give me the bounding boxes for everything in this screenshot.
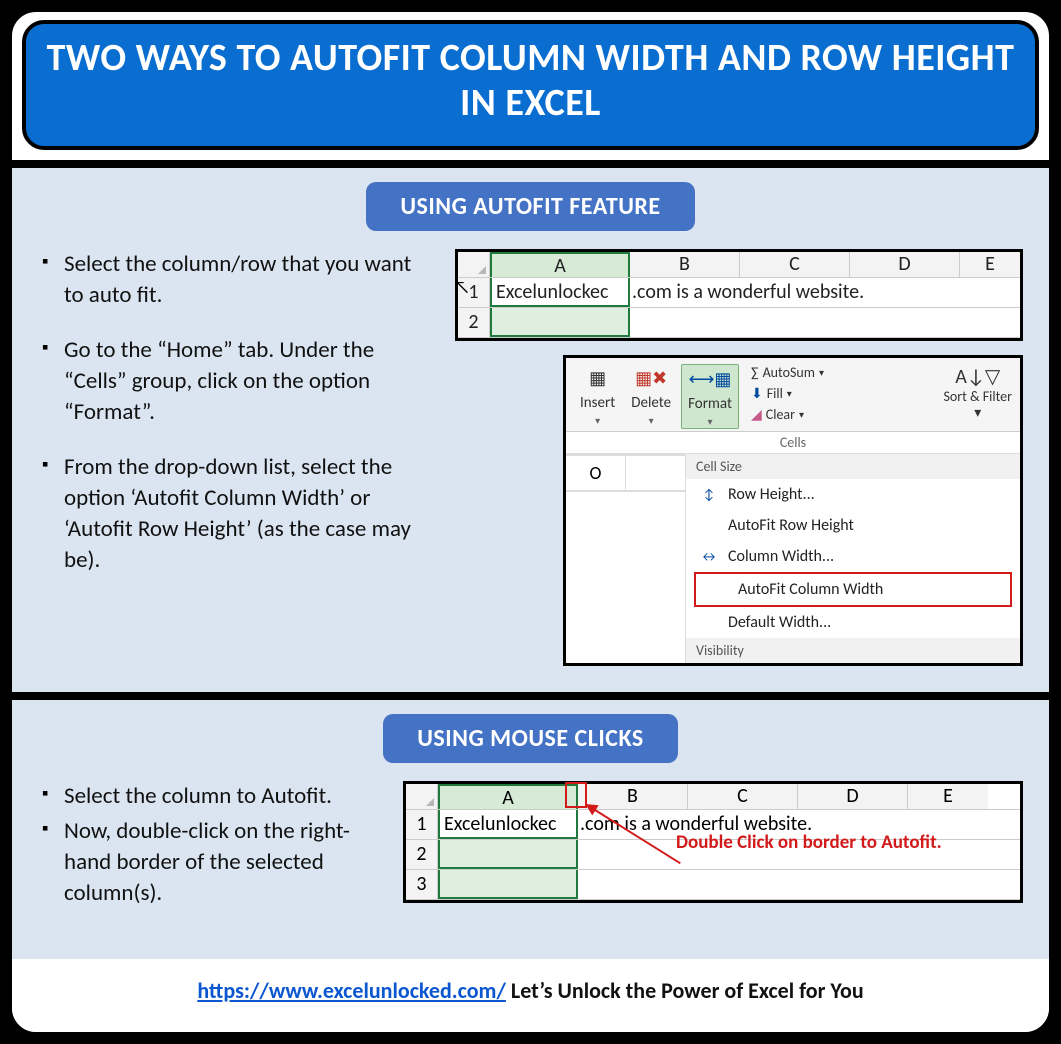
cells-group-label: Cells xyxy=(566,432,1020,454)
column-width-icon: ↔ xyxy=(700,548,718,565)
page-title: TWO WAYS TO AUTOFIT COLUMN WIDTH AND ROW… xyxy=(46,36,1015,126)
step-item: From the drop-down list, select the opti… xyxy=(38,452,431,576)
format-cells-icon: ⟷▦ xyxy=(693,365,727,393)
menu-item-autofit-column: AutoFit Column Width xyxy=(694,572,1012,607)
delete-button: ▦✖ Delete▾ xyxy=(625,364,677,427)
title-banner: TWO WAYS TO AUTOFIT COLUMN WIDTH AND ROW… xyxy=(22,20,1039,150)
section-heading: USING MOUSE CLICKS xyxy=(383,714,678,763)
cell-a1-left: Excelunlockec xyxy=(438,810,578,839)
sort-filter-icon: A↓▽ xyxy=(955,364,1000,389)
highlight-box xyxy=(565,782,587,808)
column-header: E xyxy=(960,252,1020,277)
cell-a3 xyxy=(438,870,578,899)
column-header: C xyxy=(740,252,850,277)
footer-tagline: Let’s Unlock the Power of Excel for You xyxy=(506,977,864,1004)
autosum-icon: ∑ xyxy=(751,364,759,381)
steps-list: Select the column/row that you want to a… xyxy=(38,249,431,600)
column-header: C xyxy=(688,784,798,809)
excel-sheet-snippet: ↖ A B C D E 1 Excelunlockec .com is a wo… xyxy=(455,249,1023,341)
step-item: Go to the “Home” tab. Under the “Cells” … xyxy=(38,335,431,428)
insert-button: ▦ Insert▾ xyxy=(574,364,621,427)
column-header: A xyxy=(490,252,630,277)
cursor-icon: ↖ xyxy=(454,276,470,298)
step-item: Select the column to Autofit. xyxy=(38,781,379,812)
delete-cells-icon: ▦✖ xyxy=(634,364,668,392)
clear-icon: ◢ xyxy=(751,406,762,423)
menu-section-header: Cell Size xyxy=(686,454,1020,479)
section-heading: USING AUTOFIT FEATURE xyxy=(366,182,694,231)
illustration-column: ↖ A B C D E 1 Excelunlockec .com is a wo… xyxy=(455,249,1023,666)
cell-a1-left: Excelunlockec xyxy=(490,278,630,307)
annotation-text: Double Click on border to Autofit. xyxy=(676,832,942,854)
row-label: O xyxy=(566,456,626,490)
row-header: 3 xyxy=(406,870,438,899)
row-header: 2 xyxy=(458,308,490,337)
infographic-card: TWO WAYS TO AUTOFIT COLUMN WIDTH AND ROW… xyxy=(8,8,1053,1036)
illustration-column: Double Click on border to Autofit. A B C… xyxy=(403,781,1023,903)
column-header: D xyxy=(798,784,908,809)
column-header: B xyxy=(630,252,740,277)
menu-item-default-width: Default Width... xyxy=(686,607,1020,638)
column-header: E xyxy=(908,784,988,809)
row-header: 2 xyxy=(406,840,438,869)
column-header: D xyxy=(850,252,960,277)
cell-a2 xyxy=(438,840,578,869)
format-button: ⟷▦ Format▾ xyxy=(681,364,739,429)
menu-section-header: Visibility xyxy=(686,638,1020,663)
menu-item-row-height: ↕Row Height... xyxy=(686,479,1020,510)
format-dropdown-menu: Cell Size ↕Row Height... AutoFit Row Hei… xyxy=(686,454,1020,663)
excel-ribbon-snippet: ▦ Insert▾ ▦✖ Delete▾ ⟷▦ Format▾ ∑ Auto xyxy=(563,355,1023,666)
excel-sheet-snippet: Double Click on border to Autofit. A B C… xyxy=(403,781,1023,903)
menu-item-column-width: ↔Column Width... xyxy=(686,541,1020,572)
editing-group: ∑ AutoSum ▾ ⬇ Fill ▾ ◢ Clear ▾ xyxy=(751,364,824,423)
insert-cells-icon: ▦ xyxy=(581,364,615,392)
steps-list: Select the column to Autofit. Now, doubl… xyxy=(38,781,379,933)
cell-overflow-text: .com is a wonderful website. xyxy=(630,278,1020,307)
row-header: 1 xyxy=(406,810,438,839)
step-item: Now, double-click on the right-hand bord… xyxy=(38,816,379,909)
section-autofit-feature: USING AUTOFIT FEATURE Select the column/… xyxy=(12,160,1049,692)
footer: https://www.excelunlocked.com/ Let’s Unl… xyxy=(12,959,1049,1032)
cell-a2 xyxy=(490,308,630,337)
footer-link[interactable]: https://www.excelunlocked.com/ xyxy=(197,977,506,1004)
select-all-corner xyxy=(458,252,490,277)
select-all-corner xyxy=(406,784,438,809)
column-header: A xyxy=(438,784,578,809)
fill-icon: ⬇ xyxy=(751,385,763,402)
section-mouse-clicks: USING MOUSE CLICKS Select the column to … xyxy=(12,692,1049,959)
menu-item-autofit-row: AutoFit Row Height xyxy=(686,510,1020,541)
sort-filter-button: A↓▽ Sort & Filter▾ xyxy=(943,364,1012,421)
step-item: Select the column/row that you want to a… xyxy=(38,249,431,311)
row-height-icon: ↕ xyxy=(700,486,718,503)
